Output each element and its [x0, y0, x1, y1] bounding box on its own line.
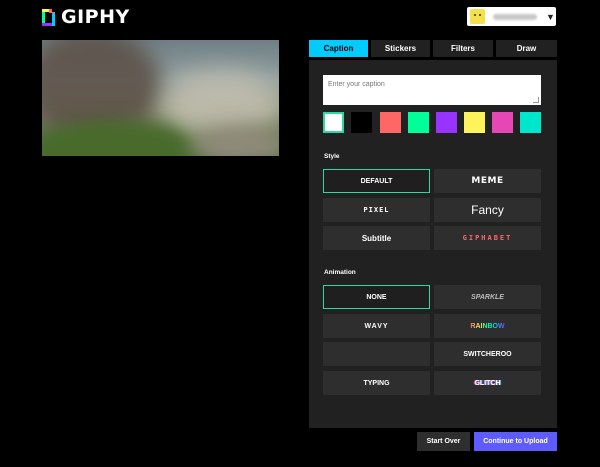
tab-caption[interactable]: Caption — [309, 40, 368, 57]
style-default-label: DEFAULT — [360, 177, 393, 185]
style-subtitle[interactable]: Subtitle — [323, 226, 430, 250]
avatar — [470, 9, 485, 24]
animation-label: Animation — [324, 269, 356, 276]
style-meme[interactable]: MEME — [434, 169, 541, 193]
animation-none-label: NONE — [366, 293, 387, 301]
style-fancy-label: Fancy — [471, 203, 504, 217]
start-over-button[interactable]: Start Over — [417, 432, 470, 451]
animation-wavy-label: WAVY — [364, 322, 389, 330]
color-swatch-red[interactable] — [380, 112, 401, 133]
gif-preview — [42, 40, 279, 156]
color-swatch-yellow[interactable] — [464, 112, 485, 133]
color-swatch-purple[interactable] — [436, 112, 457, 133]
continue-label: Continue to Upload — [483, 438, 548, 445]
tab-draw[interactable]: Draw — [496, 40, 557, 57]
color-swatch-white[interactable] — [323, 112, 344, 133]
style-pixel[interactable]: PIXEL — [323, 198, 430, 222]
username-blurred — [493, 13, 537, 20]
user-menu[interactable]: ▼ — [467, 7, 556, 26]
color-swatch-black[interactable] — [351, 112, 372, 133]
animation-wavy[interactable]: WAVY — [323, 314, 430, 338]
animation-rainbow-label: RAINBOW — [470, 322, 505, 330]
style-subtitle-label: Subtitle — [361, 233, 392, 243]
animation-typing-label: TYPING — [363, 379, 390, 387]
caption-input[interactable]: Enter your caption — [323, 75, 541, 105]
style-meme-label: MEME — [471, 176, 504, 186]
color-swatch-green[interactable] — [408, 112, 429, 133]
animation-sparkle[interactable]: SPARKLE — [434, 285, 541, 309]
style-giphabet[interactable]: GIPHABET — [434, 226, 541, 250]
animation-glitch[interactable]: GLITCH — [434, 371, 541, 395]
start-over-label: Start Over — [426, 438, 461, 445]
style-giphabet-label: GIPHABET — [462, 234, 513, 242]
color-swatch-pink[interactable] — [492, 112, 513, 133]
tab-filters[interactable]: Filters — [433, 40, 493, 57]
chevron-down-icon[interactable]: ▼ — [546, 12, 555, 22]
logo-wordmark: GIPHY — [61, 6, 130, 28]
style-fancy[interactable]: Fancy — [434, 198, 541, 222]
color-swatch-teal[interactable] — [520, 112, 541, 133]
animation-switcheroo-label: SWITCHEROO — [463, 350, 512, 358]
caption-placeholder: Enter your caption — [328, 81, 385, 88]
giphy-logo-icon — [42, 8, 55, 26]
animation-switcheroo[interactable]: SWITCHEROO — [434, 342, 541, 366]
animation-sparkle-label: SPARKLE — [471, 293, 504, 301]
animation-glitch-label: GLITCH — [474, 379, 501, 387]
style-default[interactable]: DEFAULT — [323, 169, 430, 193]
animation-typing[interactable]: TYPING — [323, 371, 430, 395]
continue-to-upload-button[interactable]: Continue to Upload — [474, 432, 557, 451]
resize-handle-icon[interactable] — [533, 97, 539, 103]
style-label: Style — [324, 153, 340, 160]
giphy-logo[interactable]: GIPHY — [42, 6, 130, 28]
style-pixel-label: PIXEL — [363, 206, 390, 214]
animation-none[interactable]: NONE — [323, 285, 430, 309]
animation-rainbow[interactable]: RAINBOW — [434, 314, 541, 338]
tab-stickers[interactable]: Stickers — [371, 40, 430, 57]
animation-blank[interactable] — [323, 342, 430, 366]
